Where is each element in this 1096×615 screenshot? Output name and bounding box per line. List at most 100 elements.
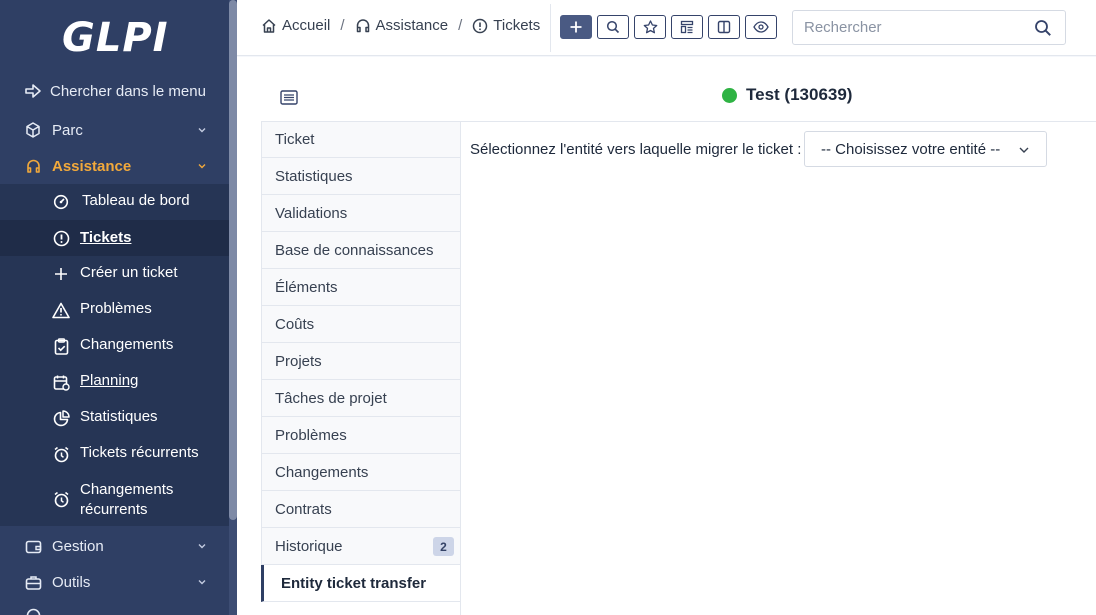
count-badge: 2 (433, 537, 454, 556)
sidebar-sub-statistiques[interactable]: Statistiques (0, 407, 229, 429)
sidebar-sub-tickets-recurrents[interactable]: Tickets récurrents (0, 443, 229, 465)
headset-icon (24, 157, 42, 175)
sidebar-item-label: Outils (52, 573, 91, 591)
bookmark-button[interactable] (634, 15, 666, 39)
sidebar-sub-planning[interactable]: Planning (0, 371, 229, 393)
headset-icon (356, 18, 369, 32)
breadcrumb-section-label: Assistance (375, 17, 449, 34)
tab-problemes[interactable]: Problèmes (261, 417, 461, 454)
breadcrumb-home-label: Accueil (282, 17, 331, 34)
star-icon (643, 20, 657, 34)
chevron-down-icon (198, 128, 206, 133)
alert-circle-icon (52, 229, 70, 247)
layout-icon (680, 20, 694, 34)
alert-triangle-icon (52, 301, 70, 319)
plus-icon (570, 21, 582, 33)
tab-contrats[interactable]: Contrats (261, 491, 461, 528)
clipboard-check-icon (52, 337, 70, 355)
eye-icon (753, 21, 769, 33)
tab-historique[interactable]: Historique 2 (261, 528, 461, 565)
cube-icon (24, 121, 42, 139)
sidebar-item-label: Gestion (52, 537, 104, 555)
tab-validations[interactable]: Validations (261, 195, 461, 232)
sidebar-search-menu[interactable]: Chercher dans le menu (0, 80, 229, 102)
columns-button[interactable] (708, 15, 740, 39)
search-input[interactable] (804, 19, 1024, 36)
tab-ticket[interactable]: Ticket (261, 121, 461, 158)
wallet-icon (24, 537, 42, 555)
tab-label: Coûts (275, 315, 315, 333)
sub-label: Planning (80, 372, 139, 389)
tab-statistiques[interactable]: Statistiques (261, 158, 461, 195)
sub-label: Créer un ticket (80, 264, 178, 281)
search-icon[interactable] (1034, 19, 1052, 37)
tab-taches-projet[interactable]: Tâches de projet (261, 380, 461, 417)
sidebar-item-outils[interactable]: Outils (0, 571, 229, 593)
tab-label: Statistiques (275, 167, 353, 185)
status-dot-icon (722, 87, 737, 103)
arrow-right-icon (24, 82, 42, 100)
breadcrumb-assistance[interactable]: Assistance (355, 17, 449, 34)
sub-label: Problèmes (80, 300, 152, 317)
sidebar-sub-changements-recurrents[interactable]: Changements récurrents (0, 480, 229, 522)
sub-label: Tickets (80, 229, 132, 246)
logo-text: GLPI (62, 15, 169, 61)
add-button[interactable] (560, 15, 592, 39)
main-content: Test (130639) Ticket Statistiques Valida… (237, 57, 1096, 615)
plus-icon (52, 265, 70, 283)
sidebar-item-label: Assistance (52, 157, 132, 175)
glpi-logo[interactable]: GLPI (62, 14, 169, 62)
tab-projets[interactable]: Projets (261, 343, 461, 380)
layout-button[interactable] (671, 15, 703, 39)
sidebar-sub-tableau-de-bord[interactable]: Tableau de bord (0, 191, 229, 213)
tab-label: Validations (275, 204, 348, 222)
sidebar-sub-changements[interactable]: Changements (0, 335, 229, 357)
tab-label: Éléments (275, 278, 338, 296)
calendar-icon (52, 373, 70, 391)
alarm-icon (52, 490, 70, 508)
columns-icon (717, 20, 731, 34)
global-search[interactable] (792, 10, 1066, 45)
view-button[interactable] (745, 15, 777, 39)
tab-elements[interactable]: Éléments (261, 269, 461, 306)
tab-label: Ticket (275, 131, 315, 148)
top-header: Accueil / Assistance / Tickets (237, 0, 1096, 56)
settings-icon (24, 606, 42, 615)
sidebar: GLPI Chercher dans le menu Parc Assistan… (0, 0, 237, 615)
sidebar-item-parc[interactable]: Parc (0, 119, 229, 141)
sidebar-item-partial[interactable] (0, 604, 229, 615)
chart-pie-icon (52, 409, 70, 427)
list-toggle-icon[interactable] (280, 90, 298, 105)
sidebar-search-label: Chercher dans le menu (50, 82, 206, 100)
tab-label: Tâches de projet (275, 389, 387, 407)
sub-label: Tableau de bord (82, 192, 190, 209)
entity-select-value: -- Choisissez votre entité -- (821, 140, 1001, 158)
alert-circle-icon (473, 18, 488, 33)
entity-select-label: Sélectionnez l'entité vers laquelle migr… (470, 141, 802, 158)
sidebar-item-gestion[interactable]: Gestion (0, 535, 229, 557)
home-icon (262, 18, 276, 33)
sidebar-sub-creer-ticket[interactable]: Créer un ticket (0, 263, 229, 285)
sidebar-sub-tickets[interactable]: Tickets (0, 220, 229, 256)
tab-label: Projets (275, 352, 322, 370)
search-icon (606, 20, 620, 34)
sub-label: Statistiques (80, 408, 158, 425)
ticket-title-text: Test (130639) (746, 85, 853, 104)
sub-label-line1: Changements (80, 481, 174, 498)
breadcrumb-home[interactable]: Accueil (261, 17, 330, 34)
search-button[interactable] (597, 15, 629, 39)
entity-select[interactable]: -- Choisissez votre entité -- (804, 131, 1047, 167)
sidebar-sub-problemes[interactable]: Problèmes (0, 299, 229, 321)
alarm-icon (52, 445, 70, 463)
tab-base-connaissances[interactable]: Base de connaissances (261, 232, 461, 269)
sidebar-item-assistance[interactable]: Assistance (0, 155, 229, 177)
sidebar-scroll-thumb[interactable] (229, 0, 237, 520)
tab-changements[interactable]: Changements (261, 454, 461, 491)
tab-entity-ticket-transfer[interactable]: Entity ticket transfer (261, 565, 461, 602)
sub-label: Changements (80, 336, 174, 353)
chevron-down-icon (198, 580, 206, 585)
tab-label: Problèmes (275, 426, 347, 444)
tab-couts[interactable]: Coûts (261, 306, 461, 343)
breadcrumb-tickets[interactable]: Tickets (472, 17, 540, 34)
breadcrumb-page-label: Tickets (493, 17, 541, 34)
